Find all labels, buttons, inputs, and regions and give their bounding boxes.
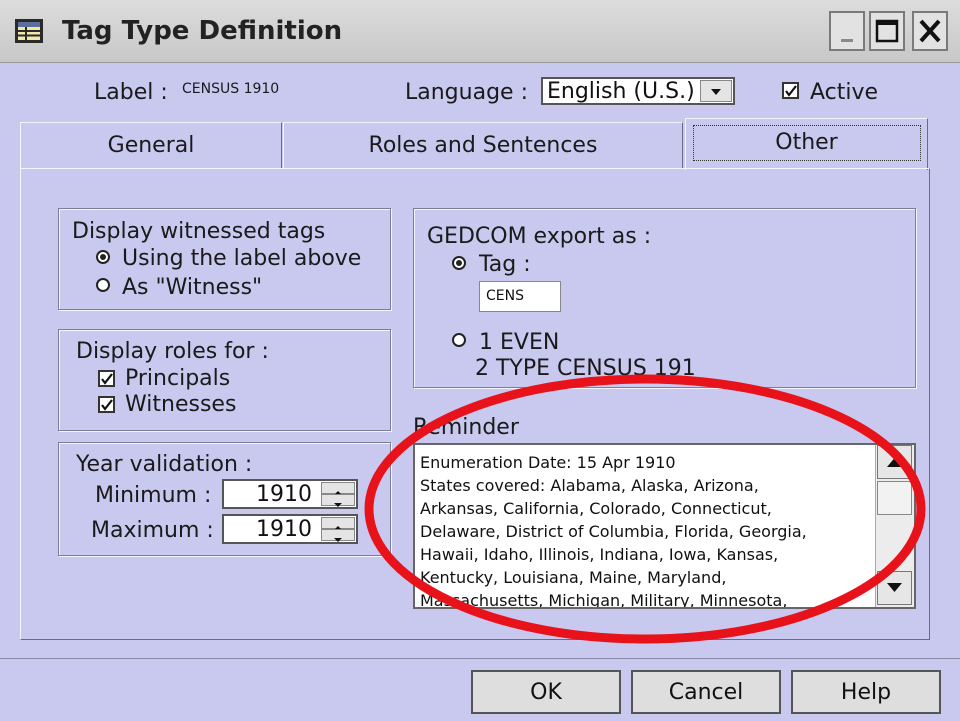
checkmark-icon — [101, 373, 113, 385]
spin-buttons — [321, 517, 355, 542]
gedcom-title: GEDCOM export as : — [427, 224, 652, 249]
minimum-label: Minimum : — [95, 483, 212, 508]
witnesses-label: Witnesses — [125, 392, 237, 417]
spin-buttons — [321, 482, 355, 507]
minimum-year-value: 1910 — [256, 482, 312, 507]
close-icon — [919, 19, 941, 43]
cancel-button[interactable]: Cancel — [631, 670, 781, 714]
reminder-line: Delaware, District of Columbia, Florida,… — [420, 522, 807, 541]
spin-down-button[interactable] — [321, 529, 355, 542]
reminder-line: Massachusetts, Michigan, Military, Minne… — [420, 591, 788, 609]
scroll-thumb[interactable] — [877, 481, 912, 515]
language-select[interactable]: English (U.S.) — [541, 77, 735, 105]
minimum-year-stepper[interactable]: 1910 — [222, 479, 358, 509]
radio-using-label-text: Using the label above — [122, 246, 362, 271]
radio-using-label[interactable] — [96, 250, 110, 264]
reminder-line: Enumeration Date: 15 Apr 1910 — [420, 453, 676, 472]
tab-general[interactable]: General — [20, 122, 282, 168]
maximum-label: Maximum : — [91, 518, 214, 543]
window-title: Tag Type Definition — [62, 16, 343, 46]
maximize-icon — [875, 19, 899, 43]
language-caption: Language : — [405, 80, 528, 105]
spin-down-button[interactable] — [321, 494, 355, 507]
witnesses-checkbox[interactable] — [98, 396, 115, 413]
radio-gedcom-even[interactable] — [452, 333, 466, 347]
tab-label: General — [107, 133, 195, 158]
scroll-up-button[interactable] — [877, 445, 912, 479]
scroll-down-button[interactable] — [877, 571, 912, 605]
radio-gedcom-tag[interactable] — [452, 256, 466, 270]
roles-title: Display roles for : — [76, 339, 269, 364]
help-button[interactable]: Help — [791, 670, 941, 714]
spin-up-button[interactable] — [321, 482, 355, 495]
reminder-line: Hawaii, Idaho, Illinois, Indiana, Iowa, … — [420, 545, 779, 564]
maximize-button[interactable] — [869, 11, 905, 51]
chevron-down-icon — [711, 89, 721, 95]
spin-up-button[interactable] — [321, 517, 355, 530]
chevron-down-icon — [334, 538, 342, 542]
language-dropdown-button[interactable] — [700, 80, 732, 102]
reminder-line: States covered: Alabama, Alaska, Arizona… — [420, 476, 759, 495]
chevron-down-icon — [334, 503, 342, 507]
label-caption: Label : — [94, 80, 168, 105]
maximum-year-value: 1910 — [256, 517, 312, 542]
reminder-text: Enumeration Date: 15 Apr 1910 States cov… — [420, 451, 875, 609]
gedcom-even-line2: 2 TYPE CENSUS 191 — [475, 356, 696, 381]
triangle-up-icon — [887, 458, 902, 467]
reminder-line: Arkansas, California, Colorado, Connecti… — [420, 499, 772, 518]
active-label: Active — [810, 80, 879, 105]
gedcom-tag-input[interactable]: CENS — [479, 281, 561, 312]
language-select-value: English (U.S.) — [547, 79, 695, 104]
year-title: Year validation : — [76, 452, 253, 477]
tab-roles-and-sentences[interactable]: Roles and Sentences — [283, 122, 683, 168]
reminder-textarea[interactable]: Enumeration Date: 15 Apr 1910 States cov… — [413, 443, 916, 609]
gedcom-tag-value: CENS — [486, 288, 524, 304]
cancel-button-label: Cancel — [668, 680, 744, 705]
gedcom-even-line1: 1 EVEN — [479, 330, 560, 355]
checkmark-icon — [101, 399, 113, 411]
title-bar[interactable]: Tag Type Definition — [0, 0, 960, 63]
help-button-label: Help — [840, 680, 892, 705]
radio-as-witness-text: As "Witness" — [122, 275, 263, 300]
principals-label: Principals — [125, 366, 231, 391]
label-value: CENSUS 1910 — [182, 81, 280, 97]
checkmark-icon — [785, 85, 797, 97]
radio-as-witness[interactable] — [96, 278, 110, 292]
vertical-scrollbar[interactable] — [875, 445, 914, 607]
reminder-title: Reminder — [413, 415, 519, 440]
tab-label: Other — [775, 130, 838, 155]
radio-gedcom-tag-text: Tag : — [479, 252, 531, 277]
tab-other[interactable]: Other — [685, 118, 928, 170]
ok-button-label: OK — [530, 680, 562, 705]
tab-label: Roles and Sentences — [368, 133, 598, 158]
table-icon — [14, 18, 44, 44]
dialog-window: Tag Type Definition Label : CENSUS 1910 … — [0, 0, 960, 721]
witnessed-title: Display witnessed tags — [72, 219, 326, 244]
close-button[interactable] — [912, 11, 948, 51]
maximum-year-stepper[interactable]: 1910 — [222, 514, 358, 544]
active-checkbox[interactable] — [782, 82, 799, 99]
minimize-button[interactable] — [829, 11, 865, 51]
principals-checkbox[interactable] — [98, 370, 115, 387]
reminder-line: Kentucky, Louisiana, Maine, Maryland, — [420, 568, 727, 587]
triangle-down-icon — [887, 583, 902, 592]
minimize-icon — [841, 39, 853, 42]
ok-button[interactable]: OK — [471, 670, 621, 714]
